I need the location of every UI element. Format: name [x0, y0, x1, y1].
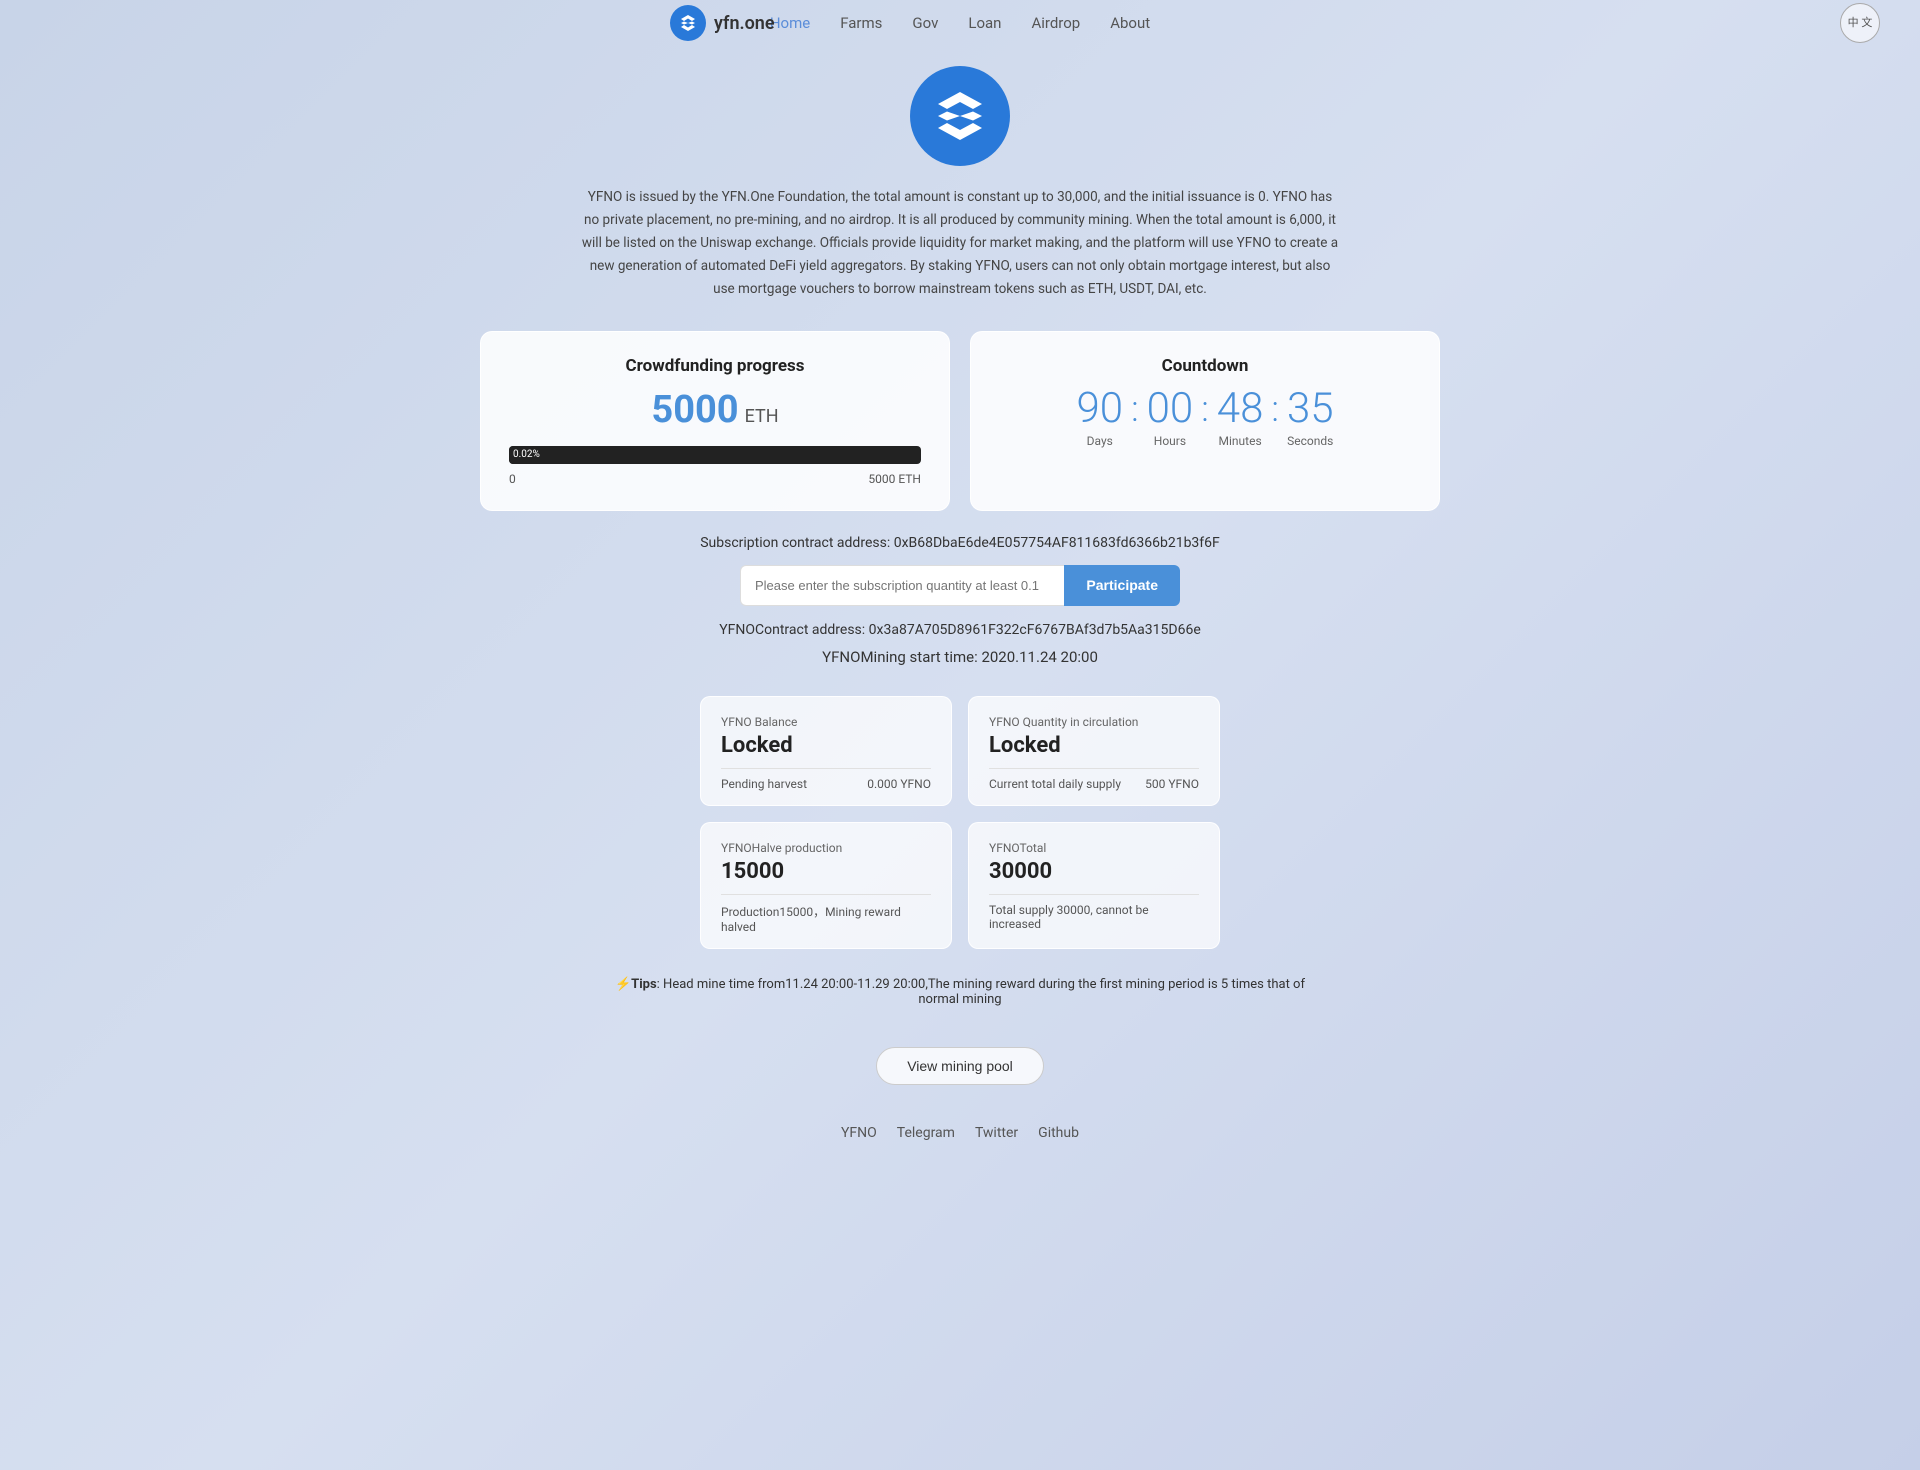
info-card-total: YFNOTotal 30000 Total supply 30000, cann…	[968, 822, 1220, 949]
yfno-contract-label: YFNOContract address:	[719, 622, 865, 638]
countdown-days-label: Days	[1087, 434, 1113, 448]
crowdfunding-card: Crowdfunding progress 5000ETH 0.02% 0 50…	[480, 331, 950, 511]
navbar: yfn.one Home Farms Gov Loan Airdrop Abou…	[0, 0, 1920, 46]
logo-icon	[670, 5, 706, 41]
crowdfunding-title: Crowdfunding progress	[509, 356, 921, 376]
info-card-balance-sub-label: Pending harvest	[721, 777, 807, 791]
countdown-minutes-label: Minutes	[1219, 434, 1262, 448]
info-card-divider	[721, 768, 931, 769]
cf-range-min: 0	[509, 472, 516, 486]
countdown-days: 90	[1076, 388, 1123, 430]
info-card-divider-3	[721, 894, 931, 895]
info-card-balance-label: YFNO Balance	[721, 715, 931, 729]
info-card-total-sub-label: Total supply 30000, cannot be increased	[989, 903, 1199, 931]
view-mining-pool-button[interactable]: View mining pool	[876, 1047, 1044, 1085]
tips-prefix: ⚡Tips	[615, 977, 657, 992]
footer-github[interactable]: Github	[1038, 1125, 1079, 1141]
countdown-minutes-block: 48 Minutes	[1217, 388, 1264, 448]
nav-home[interactable]: Home	[770, 14, 810, 32]
countdown-hours-label: Hours	[1154, 434, 1186, 448]
nav-airdrop[interactable]: Airdrop	[1031, 14, 1080, 32]
info-card-divider-2	[989, 768, 1199, 769]
countdown-title: Countdown	[999, 356, 1411, 376]
participate-button[interactable]: Participate	[1064, 565, 1180, 606]
nav-gov[interactable]: Gov	[912, 14, 938, 32]
info-card-total-value: 30000	[989, 859, 1199, 884]
nav-farms[interactable]: Farms	[840, 14, 882, 32]
nav-loan[interactable]: Loan	[968, 14, 1001, 32]
cards-row: Crowdfunding progress 5000ETH 0.02% 0 50…	[480, 331, 1440, 511]
countdown-seconds: 35	[1287, 388, 1334, 430]
info-card-circulation: YFNO Quantity in circulation Locked Curr…	[968, 696, 1220, 806]
subscription-input[interactable]	[740, 565, 1064, 606]
info-card-balance-row: Pending harvest 0.000 YFNO	[721, 777, 931, 791]
countdown-sep-2: :	[1201, 388, 1209, 430]
input-row: Participate	[740, 565, 1180, 606]
info-card-halve: YFNOHalve production 15000 Production150…	[700, 822, 952, 949]
subscription-contract-address: 0xB68DbaE6de4E057754AF811683fd6366b21b3f…	[894, 535, 1220, 551]
nav-logo[interactable]: yfn.one	[670, 5, 775, 41]
cf-range-max: 5000 ETH	[868, 472, 921, 486]
info-card-balance-value: Locked	[721, 733, 931, 758]
countdown-sep-1: :	[1131, 388, 1139, 430]
language-button[interactable]: 中 文	[1840, 3, 1880, 43]
info-grid: YFNO Balance Locked Pending harvest 0.00…	[700, 696, 1220, 949]
countdown-hours: 00	[1147, 388, 1194, 430]
nav-links: Home Farms Gov Loan Airdrop About	[770, 14, 1150, 32]
info-card-halve-row: Production15000，Mining reward halved	[721, 903, 931, 934]
yfno-contract-text: YFNOContract address: 0x3a87A705D8961F32…	[719, 622, 1201, 638]
countdown-card: Countdown 90 Days : 00 Hours : 48 Minute…	[970, 331, 1440, 511]
hero-logo-icon	[910, 66, 1010, 166]
info-card-circulation-value: Locked	[989, 733, 1199, 758]
progress-bar-fill: 0.02%	[509, 446, 633, 464]
info-card-circulation-sub-value: 500 YFNO	[1145, 777, 1199, 791]
footer-twitter[interactable]: Twitter	[975, 1125, 1018, 1141]
progress-bar-wrap: 0.02%	[509, 446, 921, 464]
info-card-halve-sub-label: Production15000，Mining reward halved	[721, 903, 931, 934]
info-card-circulation-row: Current total daily supply 500 YFNO	[989, 777, 1199, 791]
footer-telegram[interactable]: Telegram	[897, 1125, 955, 1141]
tips-text: ⚡Tips: Head mine time from11.24 20:00-11…	[610, 977, 1310, 1007]
info-card-halve-label: YFNOHalve production	[721, 841, 931, 855]
countdown-hours-block: 00 Hours	[1147, 388, 1194, 448]
description-text: YFNO is issued by the YFN.One Foundation…	[580, 186, 1340, 301]
crowdfunding-amount: 5000ETH	[509, 388, 921, 432]
countdown-row: 90 Days : 00 Hours : 48 Minutes : 35 Sec…	[999, 388, 1411, 448]
logo-text: yfn.one	[714, 13, 775, 34]
info-card-total-label: YFNOTotal	[989, 841, 1199, 855]
footer-yfno[interactable]: YFNO	[841, 1125, 877, 1141]
main-content: YFNO is issued by the YFN.One Foundation…	[460, 46, 1460, 1201]
footer-links: YFNO Telegram Twitter Github	[841, 1125, 1079, 1141]
info-card-balance-sub-value: 0.000 YFNO	[867, 777, 931, 791]
info-card-circulation-label: YFNO Quantity in circulation	[989, 715, 1199, 729]
countdown-seconds-block: 35 Seconds	[1287, 388, 1334, 448]
tips-body: : Head mine time from11.24 20:00-11.29 2…	[657, 977, 1305, 1007]
progress-label: 0.02%	[513, 449, 540, 460]
countdown-seconds-label: Seconds	[1287, 434, 1333, 448]
info-card-halve-value: 15000	[721, 859, 931, 884]
countdown-days-block: 90 Days	[1076, 388, 1123, 448]
countdown-sep-3: :	[1271, 388, 1279, 430]
subscription-contract-label: Subscription contract address:	[700, 535, 890, 551]
yfno-contract-address: 0x3a87A705D8961F322cF6767BAf3d7b5Aa315D6…	[869, 622, 1201, 638]
subscription-contract-text: Subscription contract address: 0xB68DbaE…	[700, 535, 1220, 551]
mining-time-text: YFNOMining start time: 2020.11.24 20:00	[822, 648, 1098, 666]
info-card-total-row: Total supply 30000, cannot be increased	[989, 903, 1199, 931]
cf-range: 0 5000 ETH	[509, 472, 921, 486]
countdown-minutes: 48	[1217, 388, 1264, 430]
nav-about[interactable]: About	[1110, 14, 1150, 32]
info-card-balance: YFNO Balance Locked Pending harvest 0.00…	[700, 696, 952, 806]
info-card-circulation-sub-label: Current total daily supply	[989, 777, 1121, 791]
info-card-divider-4	[989, 894, 1199, 895]
